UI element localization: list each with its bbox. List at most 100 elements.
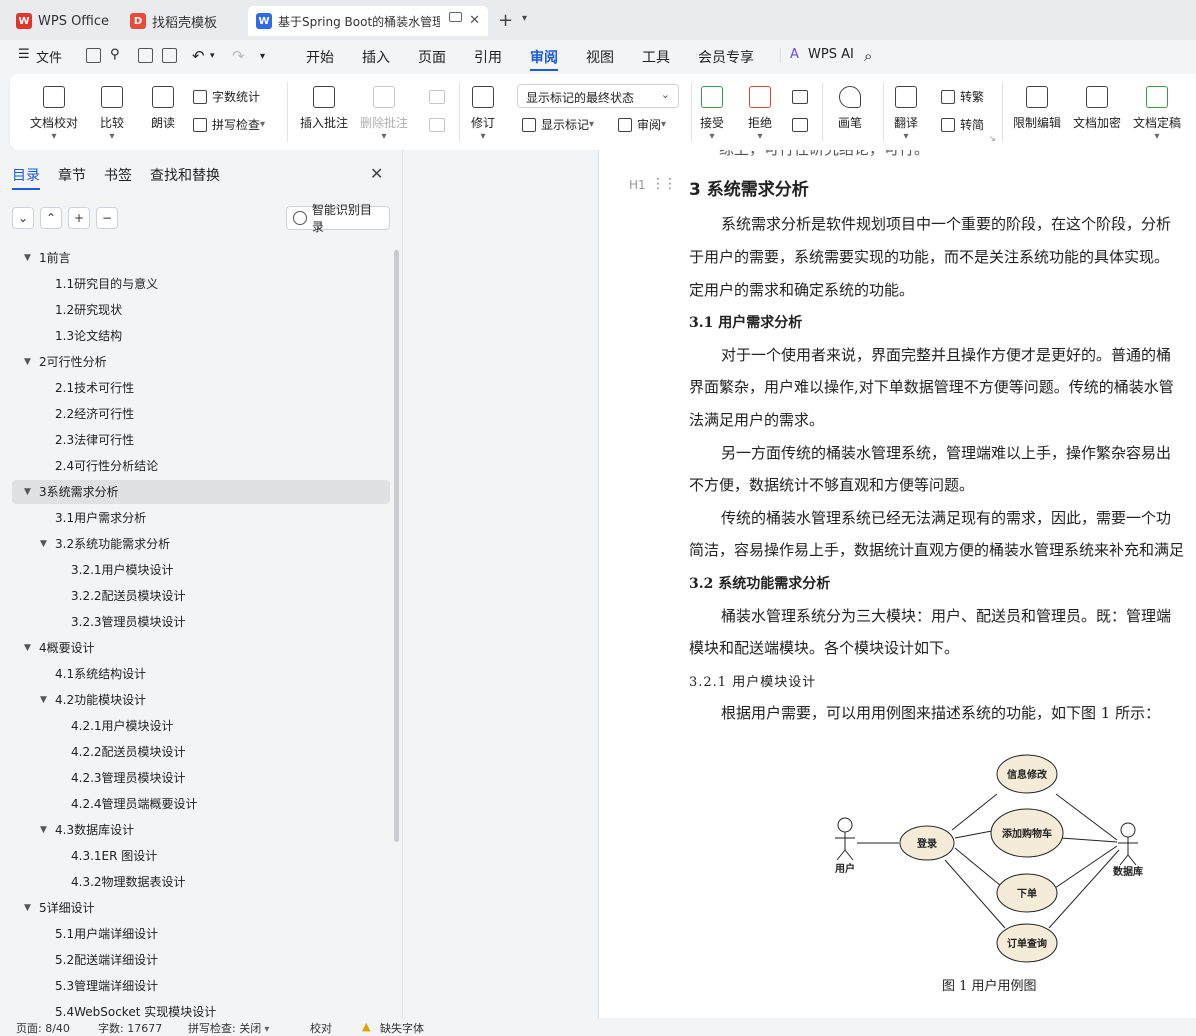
toc-item[interactable]: 5.2配送端详细设计 — [12, 948, 390, 972]
reject-button[interactable]: 拒绝 — [748, 86, 772, 142]
expand-toggle-icon[interactable]: ▼ — [24, 636, 31, 660]
toc-item[interactable]: 2.3法律可行性 — [12, 428, 390, 452]
toc-item[interactable]: 5.4WebSocket 实现模块设计 — [12, 1000, 390, 1018]
menu-view[interactable]: 视图 — [586, 47, 614, 67]
search-icon[interactable]: ⌕ — [864, 47, 872, 65]
toc-item[interactable]: ▼ 4概要设计 — [12, 636, 390, 660]
translate-button[interactable]: 翻译 — [894, 86, 918, 142]
collapse-up-button[interactable]: ⌃ — [40, 207, 62, 229]
menu-start[interactable]: 开始 — [306, 47, 334, 67]
show-markup-button[interactable]: 显示标记 — [522, 116, 594, 133]
insert-comment-button[interactable]: 插入批注 — [300, 86, 348, 131]
previous-change-icon[interactable] — [792, 90, 808, 104]
toc-item[interactable]: 4.3.1ER 图设计 — [12, 844, 390, 868]
toc-item[interactable]: 5.3管理端详细设计 — [12, 974, 390, 998]
smart-toc-button[interactable]: 智能识别目录 — [286, 203, 390, 234]
expand-toggle-icon[interactable]: ▼ — [40, 818, 47, 842]
document-page[interactable]: 综上，可行性研究结论，可行。 H1 ⋮⋮ 3 系统需求分析 系统需求分析是软件规… — [598, 150, 1196, 1018]
chevron-down-icon[interactable]: ▾ — [522, 13, 527, 24]
encrypt-button[interactable]: 文档加密 — [1073, 86, 1121, 131]
toc-item[interactable]: 4.2.2配送员模块设计 — [12, 740, 390, 764]
toc-item[interactable]: ▼ 1前言 — [12, 246, 390, 270]
close-pane-icon[interactable]: ✕ — [370, 164, 383, 183]
menu-review[interactable]: 审阅 — [530, 47, 558, 67]
tab-document[interactable]: W 基于Spring Boot的桶装水管理 ✕ — [248, 6, 488, 36]
toc-item[interactable]: 4.2.4管理员端概要设计 — [12, 792, 390, 816]
accept-button[interactable]: 接受 — [700, 86, 724, 142]
menu-insert[interactable]: 插入 — [362, 47, 390, 67]
hamburger-menu-icon[interactable]: ☰ — [18, 47, 30, 62]
expand-toggle-icon[interactable]: ▼ — [24, 896, 31, 920]
toc-item[interactable]: 2.4可行性分析结论 — [12, 454, 390, 478]
next-change-icon[interactable] — [792, 118, 808, 132]
tab-toc[interactable]: 目录 — [12, 165, 40, 185]
save-icon[interactable] — [86, 48, 101, 63]
tab-wps-office[interactable]: W WPS Office — [8, 6, 118, 36]
undo-icon[interactable]: ↶ — [192, 47, 205, 65]
menu-reference[interactable]: 引用 — [474, 47, 502, 67]
tab-find-replace[interactable]: 查找和替换 — [150, 165, 220, 185]
toc-item[interactable]: 4.3.2物理数据表设计 — [12, 870, 390, 894]
expand-toggle-icon[interactable]: ▼ — [40, 688, 47, 712]
print-icon[interactable] — [138, 48, 153, 63]
toc-item[interactable]: 1.2研究现状 — [12, 298, 390, 322]
proofread-button[interactable]: 文档校对 — [30, 86, 78, 142]
word-count-button[interactable]: 字数统计 — [193, 88, 260, 105]
tab-bookmarks[interactable]: 书签 — [104, 165, 132, 185]
toc-item[interactable]: 5.1用户端详细设计 — [12, 922, 390, 946]
read-aloud-button[interactable]: 朗读 — [151, 86, 175, 131]
monitor-icon[interactable] — [449, 12, 462, 22]
undo-dropdown-icon[interactable]: ▾ — [210, 51, 215, 61]
toc-item[interactable]: 3.2.1用户模块设计 — [12, 558, 390, 582]
toc-item[interactable]: 4.2.3管理员模块设计 — [12, 766, 390, 790]
tab-chapters[interactable]: 章节 — [58, 165, 86, 185]
toc-item[interactable]: ▼ 5详细设计 — [12, 896, 390, 920]
pen-button[interactable]: 画笔 — [838, 86, 862, 131]
close-tab-icon[interactable]: ✕ — [469, 13, 480, 28]
expand-toggle-icon[interactable]: ▼ — [24, 350, 31, 374]
toc-item[interactable]: ▼ 2可行性分析 — [12, 350, 390, 374]
to-traditional-button[interactable]: 转繁 — [941, 88, 984, 105]
toc-item[interactable]: 1.1研究目的与意义 — [12, 272, 390, 296]
toc-item-label: 3.2.1用户模块设计 — [71, 563, 174, 577]
track-changes-button[interactable]: 修订 — [471, 86, 495, 142]
to-simplified-button[interactable]: 转简 — [941, 116, 984, 133]
compare-button[interactable]: 比较 — [100, 86, 124, 142]
finalize-button[interactable]: 文档定稿 — [1133, 86, 1181, 142]
menu-tools[interactable]: 工具 — [642, 47, 670, 67]
toc-item[interactable]: 1.3论文结构 — [12, 324, 390, 348]
new-tab-button[interactable]: + — [498, 10, 513, 31]
menu-page[interactable]: 页面 — [418, 47, 446, 67]
toc-item[interactable]: ▼ 3系统需求分析 — [12, 480, 390, 504]
expand-icon[interactable]: ↘ — [989, 134, 996, 143]
expand-all-button[interactable]: + — [68, 207, 90, 229]
toc-item[interactable]: 3.2.3管理员模块设计 — [12, 610, 390, 634]
print-preview-icon[interactable] — [162, 48, 177, 63]
toc-scrollbar[interactable] — [394, 250, 399, 842]
markup-state-select[interactable]: 显示标记的最终状态 ⌄ — [517, 84, 679, 108]
collapse-all-button[interactable]: − — [96, 207, 118, 229]
expand-toggle-icon[interactable]: ▼ — [24, 246, 31, 270]
file-menu[interactable]: 文件 — [36, 47, 62, 66]
toc-item[interactable]: ▼ 4.3数据库设计 — [12, 818, 390, 842]
tab-docer[interactable]: D 找稻壳模板 — [122, 6, 244, 36]
expand-toggle-icon[interactable]: ▼ — [40, 532, 47, 556]
spell-check-button[interactable]: 拼写检查 — [193, 116, 265, 133]
expand-toggle-icon[interactable]: ▼ — [24, 480, 31, 504]
collapse-down-button[interactable]: ⌄ — [12, 207, 34, 229]
share-icon[interactable]: ⚲ — [110, 47, 120, 62]
toc-item[interactable]: 3.2.2配送员模块设计 — [12, 584, 390, 608]
restrict-edit-button[interactable]: 限制编辑 — [1013, 86, 1061, 131]
toc-item[interactable]: ▼ 4.2功能模块设计 — [12, 688, 390, 712]
wps-ai-button[interactable]: WPS AI — [808, 47, 854, 62]
toc-item[interactable]: 4.2.1用户模块设计 — [12, 714, 390, 738]
more-chevron-icon[interactable]: ▾ — [260, 51, 265, 62]
toc-item[interactable]: 3.1用户需求分析 — [12, 506, 390, 530]
toc-item[interactable]: ▼ 3.2系统功能需求分析 — [12, 532, 390, 556]
toc-item[interactable]: 2.1技术可行性 — [12, 376, 390, 400]
review-pane-button[interactable]: 审阅 — [618, 116, 666, 133]
drag-handle-icon[interactable]: ⋮⋮ — [651, 176, 677, 192]
menu-member[interactable]: 会员专享 — [698, 47, 754, 67]
toc-item[interactable]: 4.1系统结构设计 — [12, 662, 390, 686]
toc-item[interactable]: 2.2经济可行性 — [12, 402, 390, 426]
